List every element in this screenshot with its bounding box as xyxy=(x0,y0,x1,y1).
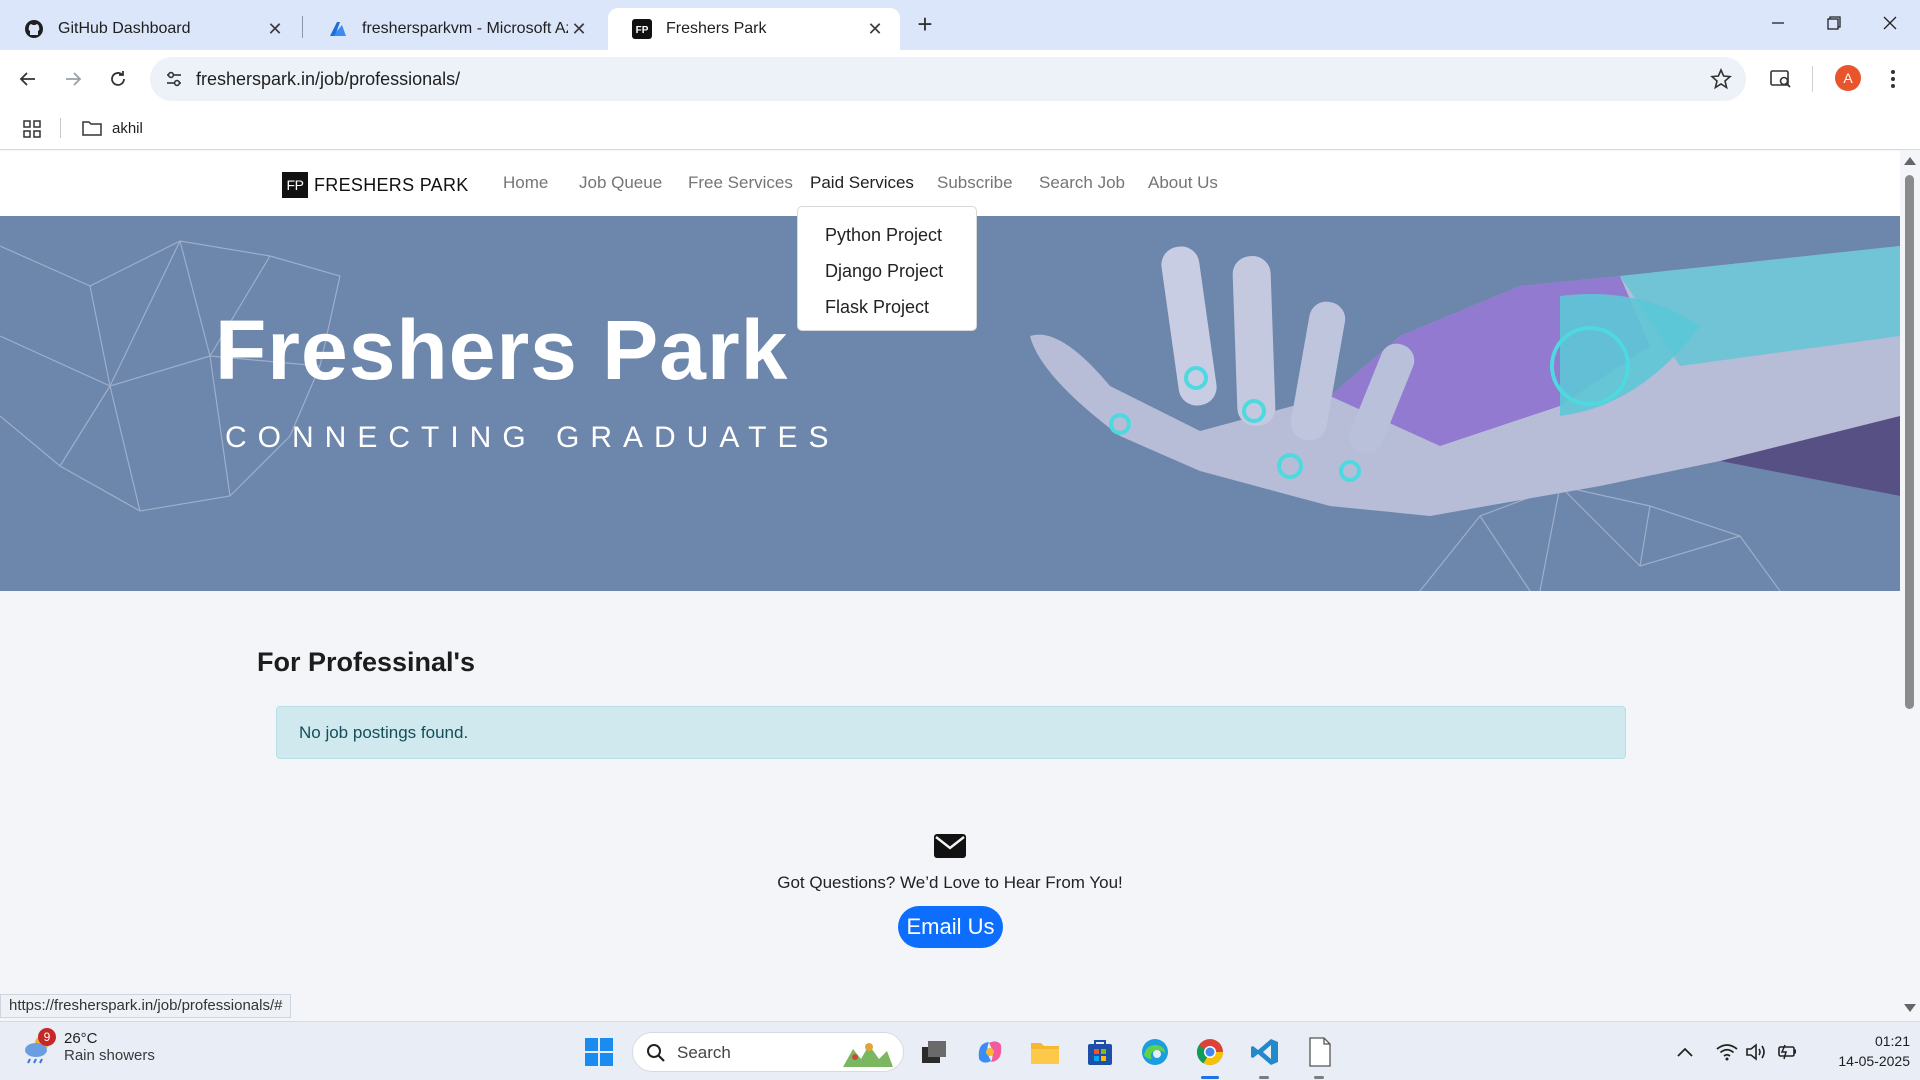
fp-icon: FP xyxy=(632,19,652,39)
github-icon xyxy=(24,19,44,39)
email-us-button[interactable]: Email Us xyxy=(898,906,1003,948)
microsoft-store-icon[interactable] xyxy=(1083,1035,1117,1069)
edge-browser-icon[interactable] xyxy=(1138,1035,1172,1069)
taskbar-search[interactable]: Search xyxy=(632,1032,904,1072)
address-bar[interactable]: fresherspark.in/job/professionals/ xyxy=(150,57,1746,101)
browser-toolbar: fresherspark.in/job/professionals/ A xyxy=(0,50,1920,108)
weather-temp: 26°C xyxy=(64,1030,98,1047)
no-jobs-alert: No job postings found. xyxy=(276,706,1626,759)
windows-start-icon[interactable] xyxy=(582,1035,616,1069)
bookmarks-bar: akhil xyxy=(0,108,1920,150)
windows-taskbar: 9 26°C Rain showers Search 01:21 14-05-2… xyxy=(0,1021,1920,1080)
nav-search-job[interactable]: Search Job xyxy=(1039,173,1125,193)
task-view-icon[interactable] xyxy=(917,1035,951,1069)
back-button[interactable] xyxy=(13,64,43,94)
weather-widget[interactable]: 9 26°C Rain showers xyxy=(22,1028,155,1064)
notepad-open-indicator xyxy=(1314,1076,1324,1079)
file-explorer-icon[interactable] xyxy=(1028,1035,1062,1069)
new-tab-button[interactable]: + xyxy=(912,11,938,38)
paid-services-dropdown: Python Project Django Project Flask Proj… xyxy=(797,206,977,331)
nav-subscribe[interactable]: Subscribe xyxy=(937,173,1013,193)
weather-badge: 9 xyxy=(38,1028,56,1046)
clock-time: 01:21 xyxy=(1874,1033,1910,1049)
nav-job-queue[interactable]: Job Queue xyxy=(579,173,662,193)
tab-freshers-park[interactable]: FP Freshers Park ✕ xyxy=(608,8,900,50)
tab-label: Freshers Park xyxy=(666,20,767,37)
tab-strip: GitHub Dashboard ✕ freshersparkvm - Micr… xyxy=(0,0,1920,50)
envelope-icon xyxy=(933,833,967,864)
nav-paid-services[interactable]: Paid Services xyxy=(810,173,914,193)
close-icon[interactable]: ✕ xyxy=(264,18,286,40)
notepad-icon[interactable] xyxy=(1303,1035,1337,1069)
page-title: For Professinal's xyxy=(257,647,475,677)
weather-desc: Rain showers xyxy=(64,1047,155,1064)
close-icon[interactable]: ✕ xyxy=(568,18,590,40)
tray-overflow-icon[interactable] xyxy=(1676,1038,1694,1066)
tab-azure[interactable]: freshersparkvm - Microsoft Azu ✕ xyxy=(304,8,604,50)
hero-subtitle: CONNECTING GRADUATES xyxy=(225,421,840,454)
search-highlight-icon xyxy=(839,1037,895,1074)
dropdown-item-python-project[interactable]: Python Project xyxy=(798,217,976,253)
link-status-bar: https://fresherspark.in/job/professional… xyxy=(0,994,292,1018)
azure-icon xyxy=(328,19,348,39)
page-scrollbar[interactable] xyxy=(1900,151,1920,1021)
hero-title: Freshers Park xyxy=(215,303,789,397)
close-window-button[interactable] xyxy=(1862,8,1918,38)
tab-divider xyxy=(302,16,303,38)
bookmarks-divider xyxy=(60,118,61,138)
minimize-button[interactable] xyxy=(1750,8,1806,38)
bookmark-star-icon[interactable] xyxy=(1710,67,1732,95)
battery-icon[interactable] xyxy=(1776,1038,1798,1066)
vscode-open-indicator xyxy=(1259,1076,1269,1079)
web-page: FP FRESHERS PARK Home Job Queue Free Ser… xyxy=(0,151,1900,1021)
contact-text: Got Questions? We’d Love to Hear From Yo… xyxy=(777,873,1123,892)
chrome-browser-icon[interactable] xyxy=(1193,1035,1227,1069)
search-placeholder: Search xyxy=(677,1043,731,1062)
more-menu-icon[interactable] xyxy=(1878,64,1908,94)
reload-button[interactable] xyxy=(103,64,133,94)
scroll-up-arrow-icon[interactable] xyxy=(1904,157,1916,165)
copilot-icon[interactable] xyxy=(973,1035,1007,1069)
apps-grid-icon[interactable] xyxy=(22,119,42,144)
tab-label: freshersparkvm - Microsoft Azu xyxy=(362,20,568,37)
svg-text:FP: FP xyxy=(636,25,649,36)
site-brand[interactable]: FP FRESHERS PARK xyxy=(282,172,469,198)
tab-search-icon[interactable] xyxy=(1766,64,1796,94)
nav-about-us[interactable]: About Us xyxy=(1148,173,1218,193)
bookmark-folder-akhil[interactable]: akhil xyxy=(82,116,143,140)
tab-github-dashboard[interactable]: GitHub Dashboard ✕ xyxy=(0,8,300,50)
close-icon[interactable]: ✕ xyxy=(864,18,886,40)
scrollbar-thumb[interactable] xyxy=(1905,175,1914,709)
vscode-icon[interactable] xyxy=(1248,1035,1282,1069)
dropdown-item-flask-project[interactable]: Flask Project xyxy=(798,289,976,325)
clock-date: 14-05-2025 xyxy=(1838,1053,1910,1069)
folder-icon xyxy=(82,121,102,136)
dropdown-item-django-project[interactable]: Django Project xyxy=(798,253,976,289)
search-icon xyxy=(646,1043,666,1068)
brand-logo: FP xyxy=(282,172,308,198)
nav-free-services[interactable]: Free Services xyxy=(688,173,793,193)
chrome-active-indicator xyxy=(1201,1076,1219,1079)
toolbar-divider xyxy=(1812,66,1813,92)
scroll-down-arrow-icon[interactable] xyxy=(1904,1004,1916,1012)
wifi-icon[interactable] xyxy=(1716,1038,1738,1066)
profile-avatar[interactable]: A xyxy=(1835,65,1861,91)
forward-button[interactable] xyxy=(58,64,88,94)
system-clock[interactable]: 01:21 14-05-2025 xyxy=(1810,1031,1910,1071)
site-settings-icon[interactable] xyxy=(164,69,184,94)
brand-name: FRESHERS PARK xyxy=(314,174,469,195)
alert-text: No job postings found. xyxy=(299,723,469,742)
volume-icon[interactable] xyxy=(1746,1038,1768,1066)
nav-home[interactable]: Home xyxy=(503,173,548,193)
restore-button[interactable] xyxy=(1806,8,1862,38)
tab-label: GitHub Dashboard xyxy=(58,20,191,37)
rain-cloud-icon: 9 xyxy=(22,1028,56,1064)
url-text: fresherspark.in/job/professionals/ xyxy=(196,69,461,89)
bookmark-label: akhil xyxy=(112,119,143,137)
